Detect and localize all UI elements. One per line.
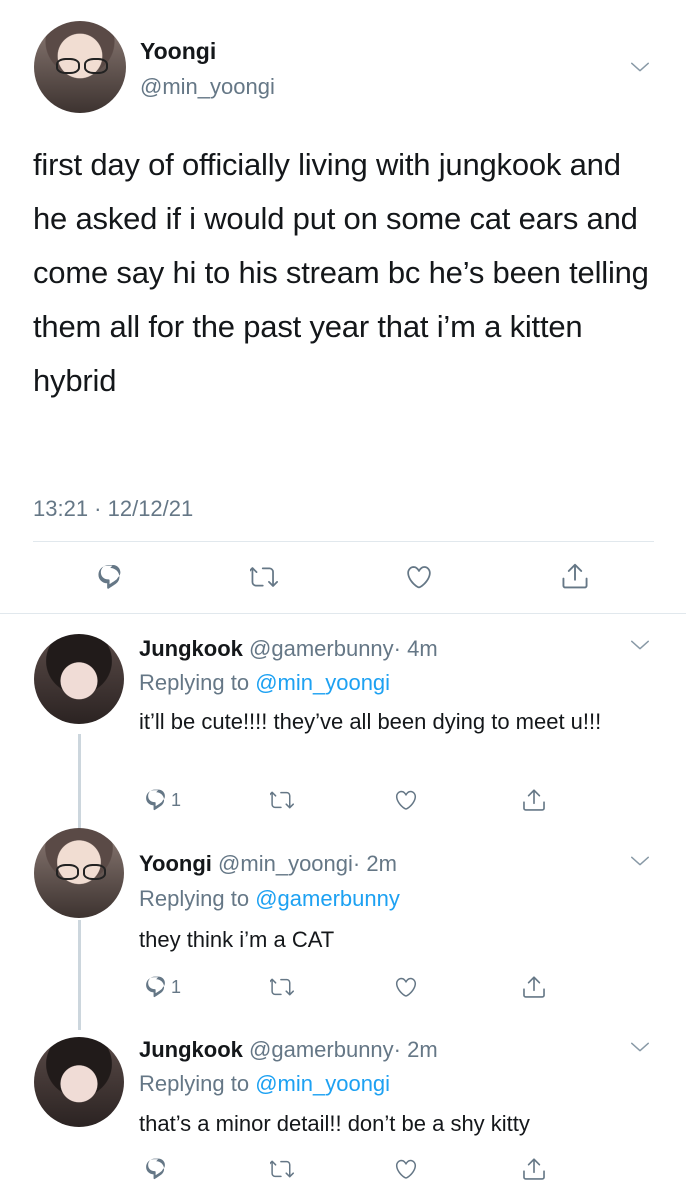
avatar[interactable] [34,21,126,113]
reply-icon [144,1157,168,1181]
replying-to-link[interactable]: @min_yoongi [255,1071,390,1096]
chevron-down-icon[interactable] [628,850,652,872]
like-button[interactable] [393,1157,419,1181]
retweet-button[interactable] [249,563,279,591]
replying-to: Replying to @min_yoongi [139,670,390,696]
replying-to: Replying to @min_yoongi [139,1071,390,1097]
heart-icon [393,788,419,812]
retweet-button[interactable] [269,975,295,999]
avatar[interactable] [34,634,124,724]
replying-prefix: Replying to [139,886,250,911]
share-icon [560,561,590,591]
reply-icon [144,788,168,812]
author-name[interactable]: Yoongi [140,38,216,65]
author-handle[interactable]: @gamerbunny [249,1037,394,1062]
retweet-icon [249,563,279,591]
reply-button[interactable]: 1 [144,975,181,999]
retweet-icon [269,975,295,999]
author-handle[interactable]: @min_yoongi [218,851,353,876]
avatar[interactable] [34,1037,124,1127]
thread-line [78,920,81,1030]
reply-text: that’s a minor detail!! don’t be a shy k… [139,1111,530,1136]
reply-button[interactable] [144,1157,171,1181]
author-name[interactable]: Yoongi [139,851,212,876]
reply-button[interactable]: 1 [144,788,181,812]
time-ago: · 4m [393,636,438,661]
heart-icon [393,975,419,999]
reply-header: Jungkook @gamerbunny· 4m [139,636,438,662]
like-button[interactable] [393,788,419,812]
tweet-text: first day of officially living with jung… [33,147,649,398]
like-button[interactable] [393,975,419,999]
retweet-icon [269,1157,295,1181]
retweet-button[interactable] [269,788,295,812]
tweet-timestamp[interactable]: 13:21 · 12/12/21 [33,496,193,522]
replying-prefix: Replying to [139,1071,250,1096]
author-handle[interactable]: @min_yoongi [140,74,275,100]
heart-icon [404,563,434,591]
author-name[interactable]: Jungkook [139,636,243,661]
share-icon [521,974,547,1000]
reply-text: it’ll be cute!!!! they’ve all been dying… [139,709,602,734]
replying-to-link[interactable]: @gamerbunny [255,886,400,911]
reply-count: 1 [171,976,182,997]
author-handle[interactable]: @gamerbunny [249,636,394,661]
reply-text: they think i’m a CAT [139,927,335,952]
replying-to-link[interactable]: @min_yoongi [255,670,390,695]
reply-count: 1 [171,789,182,810]
divider [0,613,686,614]
share-button[interactable] [521,787,547,813]
share-icon [521,1156,547,1182]
chevron-down-icon[interactable] [628,56,652,78]
reply-icon [144,975,168,999]
avatar[interactable] [34,828,124,918]
share-icon [521,787,547,813]
share-button[interactable] [521,1156,547,1182]
chevron-down-icon[interactable] [628,634,652,656]
heart-icon [393,1157,419,1181]
reply-button[interactable] [96,563,124,591]
share-button[interactable] [521,974,547,1000]
reply-icon [96,563,124,591]
retweet-button[interactable] [269,1157,295,1181]
chevron-down-icon[interactable] [628,1036,652,1058]
author-name[interactable]: Jungkook [139,1037,243,1062]
time-ago: · 2m [352,851,397,876]
divider [33,541,654,542]
share-button[interactable] [560,561,590,591]
reply-header: Yoongi @min_yoongi· 2m [139,851,397,877]
retweet-icon [269,788,295,812]
reply-header: Jungkook @gamerbunny· 2m [139,1037,438,1063]
replying-prefix: Replying to [139,670,250,695]
like-button[interactable] [404,563,434,591]
time-ago: · 2m [393,1037,438,1062]
replying-to: Replying to @gamerbunny [139,886,400,912]
